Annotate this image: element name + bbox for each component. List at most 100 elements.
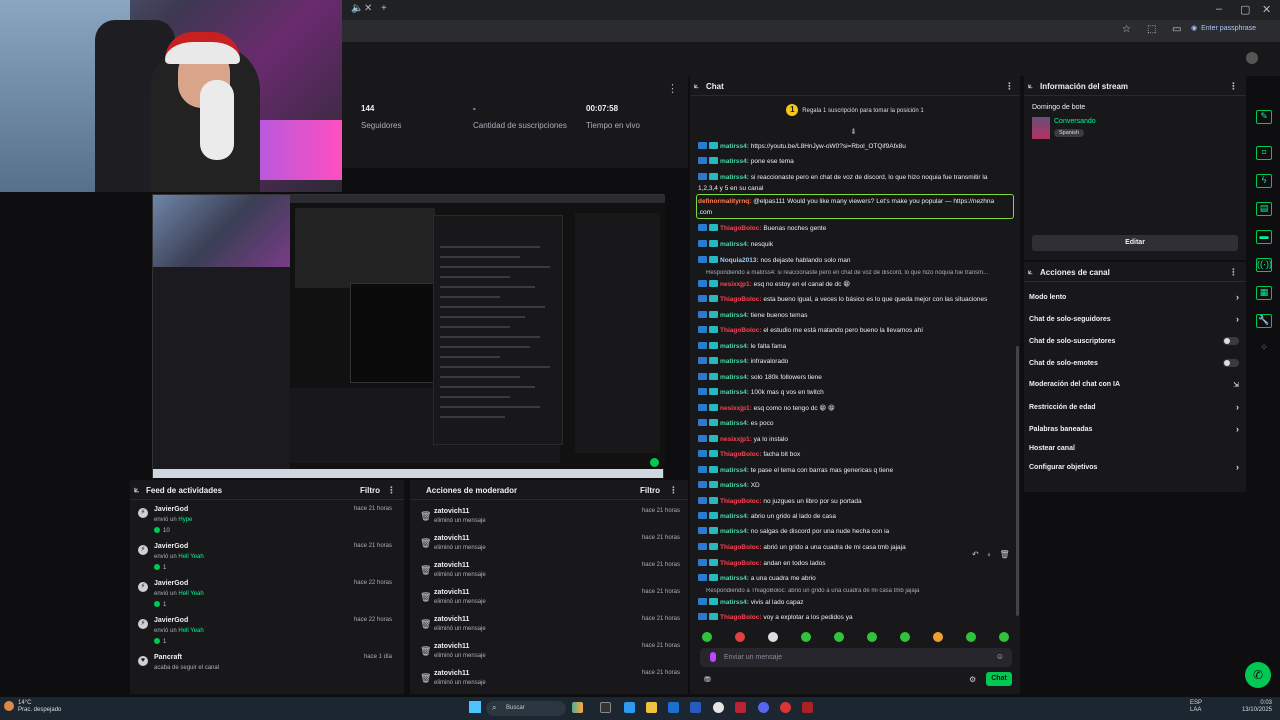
gift-banner[interactable]: 1 Regala 1 suscripción para tomar la posi… [690, 100, 1020, 126]
stats-menu-icon[interactable]: ⋮ [667, 82, 678, 95]
channel-action-1[interactable]: Chat de solo-seguidores › [1029, 314, 1239, 324]
toggle-switch[interactable] [1223, 359, 1239, 367]
kick-fab-icon[interactable]: ✆ [1245, 662, 1271, 688]
chat-message[interactable]: matirss4: tiene buenos temas [698, 311, 1014, 320]
wrench-icon[interactable]: 🔧 [1256, 314, 1272, 328]
chat-message[interactable]: nesixxjp1: ya lo instalo [698, 435, 1014, 444]
chat-message[interactable]: matirss4: no salgas de discord por una n… [698, 527, 1014, 536]
pin-message-icon[interactable]: ⍖ [987, 550, 992, 560]
star-icon[interactable]: ☆ [1122, 24, 1131, 35]
chat-message[interactable]: matirss4: le falta fama [698, 342, 1014, 351]
mod-user[interactable]: zatovich11 [434, 670, 469, 677]
chat-message[interactable]: ThiagoBoloc: facha bit box [698, 450, 1014, 459]
chat-username[interactable]: matirss4: [720, 513, 749, 520]
channel-action-2[interactable]: Chat de solo-suscriptores [1029, 337, 1239, 345]
layout-icon[interactable]: ▦ [1256, 286, 1272, 300]
chat-bubble-icon[interactable]: ▬ [1256, 230, 1272, 244]
chat-message[interactable]: matirss4: te pase el tema con barras mas… [698, 466, 1014, 475]
language-indicator[interactable]: ESP LAA [1190, 700, 1202, 714]
chat-message[interactable]: 1,2,3,4 y 5 en su canal [698, 184, 1014, 193]
mod-user[interactable]: zatovich11 [434, 589, 469, 596]
edit-button[interactable]: Editar [1032, 235, 1238, 251]
chat-username[interactable]: nesixxjp1: [720, 436, 752, 443]
chat-username[interactable]: definormalityrnq: [698, 198, 751, 205]
mod-user[interactable]: zatovich11 [434, 616, 469, 623]
gift-icon[interactable]: ⛃ [704, 675, 711, 684]
chat-input[interactable]: Enviar un mensaje ☺ [700, 648, 1012, 667]
app-icon[interactable] [668, 702, 679, 713]
app-icon[interactable] [780, 702, 791, 713]
address-bar[interactable]: ☆ ⬚ ▭ ◉ Enter passphrase [342, 20, 1280, 42]
extension-icon[interactable]: ⬚ [1147, 24, 1156, 35]
chat-message[interactable]: matirss4: https://youtu.be/L8HnJyw-oW0?s… [698, 142, 1014, 151]
chat-message[interactable]: .com [698, 208, 1014, 217]
mod-action-item[interactable]: 🗑 zatovich11 eliminó un mensaje hace 21 hor… [410, 614, 688, 641]
chat-username[interactable]: matirss4: [720, 575, 749, 582]
chat-message[interactable]: matirss4: abrio un grido al lado de casa [698, 512, 1014, 521]
chat-username[interactable]: ThiagoBoloc: [720, 296, 762, 303]
channel-action-6[interactable]: Palabras baneadas › [1029, 424, 1239, 434]
activity-user[interactable]: JavierGod [154, 617, 188, 624]
minimize-icon[interactable]: – [1216, 3, 1222, 15]
chat-username[interactable]: matirss4: [720, 343, 749, 350]
chat-username[interactable]: matirss4: [720, 528, 749, 535]
chat-username[interactable]: matirss4: [720, 467, 749, 474]
app-icon[interactable] [572, 702, 583, 713]
taskbar-search[interactable]: ⌕ Buscar [486, 701, 566, 716]
activity-item[interactable]: ⚡ JavierGod envió un Hell Yeah 1 hace 22 hor… [130, 615, 400, 651]
emote-icon[interactable] [834, 632, 844, 642]
chat-message[interactable]: matirss4: XD [698, 481, 1014, 490]
info-menu-icon[interactable]: ⋮ [1229, 81, 1238, 92]
pin-icon[interactable]: ⟀ [134, 484, 139, 495]
emoji-icon[interactable]: ☺ [996, 652, 1004, 661]
broadcast-icon[interactable]: ((·)) [1256, 258, 1272, 272]
close-window-icon[interactable]: ✕ [1262, 3, 1271, 16]
chat-username[interactable]: Noquia2013: [720, 257, 759, 264]
clipboard-icon[interactable]: ▤ [1256, 202, 1272, 216]
activity-filter-button[interactable]: Filtro [360, 486, 380, 495]
chrome-icon[interactable] [713, 702, 724, 713]
chat-username[interactable]: ThiagoBoloc: [720, 451, 762, 458]
app-icon[interactable] [735, 702, 746, 713]
info-pin-icon[interactable]: ⟀ [1028, 81, 1033, 91]
chat-username[interactable]: matirss4: [720, 358, 749, 365]
chat-message[interactable]: nesixxjp1: esq no estoy en el canal de d… [698, 280, 1014, 289]
category-link[interactable]: Conversando [1054, 118, 1096, 125]
chat-username[interactable]: ThiagoBoloc: [720, 498, 762, 505]
scan-icon[interactable]: ⌗ [1256, 146, 1272, 160]
activity-user[interactable]: JavierGod [154, 506, 188, 513]
emote-icon[interactable] [900, 632, 910, 642]
windows-start-icon[interactable] [469, 701, 481, 713]
chat-username[interactable]: nesixxjp1: [720, 405, 752, 412]
settings-gear-icon[interactable]: ⚙ [969, 675, 976, 684]
pinned-arrow-icon[interactable]: ⇟ [850, 127, 857, 136]
activity-item[interactable]: ♥ Pancraft acaba de seguir el canal hace 1… [130, 652, 400, 688]
activity-user[interactable]: JavierGod [154, 580, 188, 587]
chat-message[interactable]: matirss4: pone ese tema [698, 157, 1014, 166]
chat-username[interactable]: matirss4: [720, 420, 749, 427]
app-icon[interactable] [624, 702, 635, 713]
stream-preview[interactable] [152, 194, 665, 478]
discord-icon[interactable] [758, 702, 769, 713]
emote-icon[interactable] [933, 632, 943, 642]
speaker-icon[interactable]: 🔈 [351, 3, 363, 14]
chat-username[interactable]: nesixxjp1: [720, 281, 752, 288]
chat-username[interactable]: matirss4: [720, 374, 749, 381]
chat-message[interactable]: matirss4: infravalorado [698, 357, 1014, 366]
chat-username[interactable]: matirss4: [720, 389, 749, 396]
delete-icon[interactable]: 🗑 [1000, 550, 1010, 560]
clock[interactable]: 0:03 13/10/2025 [1242, 700, 1272, 714]
emote-icon[interactable] [867, 632, 877, 642]
chat-username[interactable]: ThiagoBoloc: [720, 614, 762, 621]
activity-user[interactable]: JavierGod [154, 543, 188, 550]
chat-pin-icon[interactable]: ⟀ [694, 81, 699, 91]
reply-context[interactable]: Respondiendo a ThiagoBoloc: abrió un gri… [706, 588, 1006, 594]
chat-scrollbar[interactable] [1016, 346, 1019, 616]
mod-user[interactable]: zatovich11 [434, 643, 469, 650]
mod-action-item[interactable]: 🗑 zatovich11 eliminó un mensaje hace 21 hor… [410, 506, 688, 533]
reply-icon[interactable]: ↶ [972, 550, 979, 560]
channel-action-4[interactable]: Moderación del chat con IA ⇲ [1029, 381, 1239, 389]
chat-message[interactable]: matirss4: es poco [698, 419, 1014, 428]
activity-item[interactable]: ⚡ JavierGod envió un Hell Yeah 1 hace 22 hor… [130, 578, 400, 614]
passphrase-button[interactable]: ◉ Enter passphrase [1191, 24, 1256, 33]
